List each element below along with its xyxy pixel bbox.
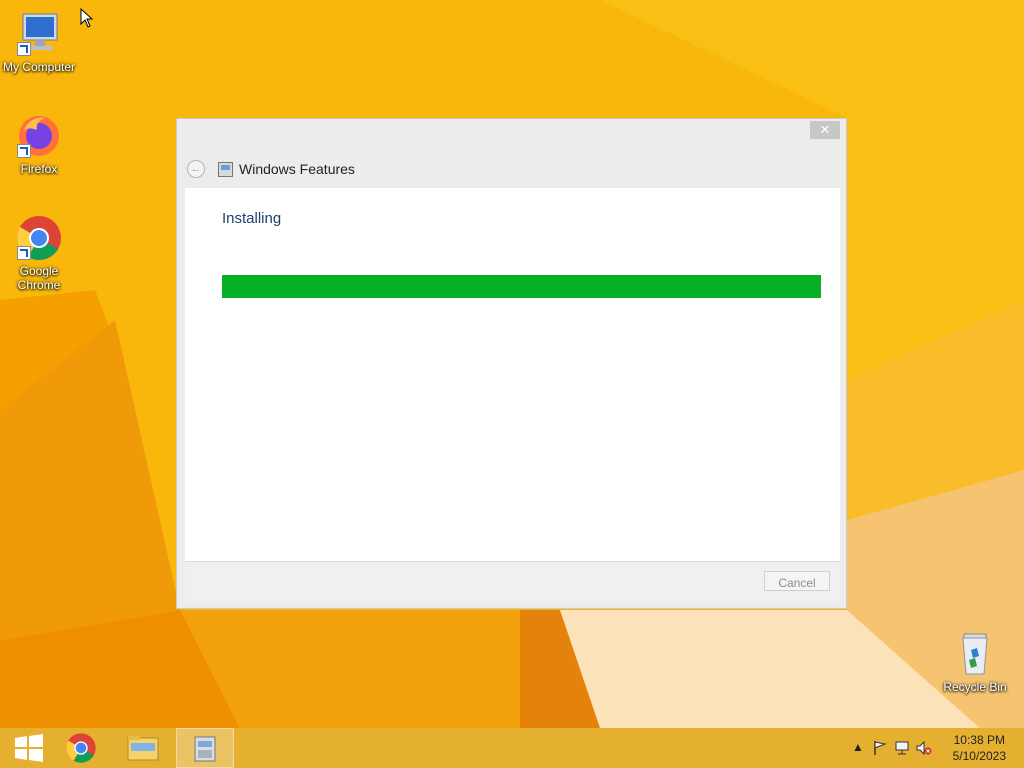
dialog-content: Installing xyxy=(185,188,840,561)
shortcut-arrow-icon xyxy=(17,42,31,56)
taskbar-file-explorer[interactable] xyxy=(114,728,172,768)
mouse-cursor xyxy=(80,8,94,28)
computer-icon xyxy=(15,10,63,58)
windows-features-icon xyxy=(218,161,233,177)
folder-icon xyxy=(127,736,159,761)
windows-logo-icon xyxy=(15,734,43,762)
windows-features-dialog: ✕ ← Windows Features Installing Cancel xyxy=(176,118,847,609)
desktop-icon-google-chrome[interactable]: Google Chrome xyxy=(0,214,79,292)
desktop-icon-label: Recycle Bin xyxy=(943,680,1007,694)
desktop-icon-label: Google Chrome xyxy=(17,264,61,292)
start-button[interactable] xyxy=(0,728,58,768)
cancel-button[interactable]: Cancel xyxy=(764,571,830,591)
close-button[interactable]: ✕ xyxy=(810,121,840,139)
chrome-icon xyxy=(15,214,63,262)
recycle-bin-icon xyxy=(951,630,999,678)
dialog-footer: Cancel xyxy=(185,561,840,602)
chrome-icon xyxy=(66,733,96,763)
taskbar-chrome[interactable] xyxy=(52,728,110,768)
desktop-icon-firefox[interactable]: Firefox xyxy=(0,112,79,176)
desktop-icon-recycle-bin[interactable]: Recycle Bin xyxy=(935,630,1015,694)
desktop-icon-label: Firefox xyxy=(20,162,58,176)
progress-bar xyxy=(222,275,821,298)
clock-date: 5/10/2023 xyxy=(952,749,1006,763)
taskbar-clock[interactable]: 10:38 PM 5/10/2023 xyxy=(953,732,1006,764)
shortcut-arrow-icon xyxy=(17,246,31,260)
system-tray: ▲ 10:38 PM 5/10/2023 xyxy=(844,728,1024,768)
shortcut-arrow-icon xyxy=(17,144,31,158)
show-hidden-icons-chevron-icon[interactable]: ▲ xyxy=(852,740,864,754)
network-icon[interactable] xyxy=(894,740,910,756)
firefox-icon xyxy=(15,112,63,160)
volume-muted-icon[interactable] xyxy=(916,740,932,756)
taskbar-windows-features[interactable] xyxy=(176,728,234,768)
back-arrow-icon[interactable]: ← xyxy=(187,160,205,178)
desktop-icon-my-computer[interactable]: My Computer xyxy=(0,10,79,74)
clock-time: 10:38 PM xyxy=(953,733,1005,747)
action-center-flag-icon[interactable] xyxy=(872,740,888,756)
installer-icon xyxy=(194,736,216,762)
desktop-icon-label: My Computer xyxy=(2,60,76,74)
dialog-title: Windows Features xyxy=(239,161,355,177)
taskbar: ▲ 10:38 PM 5/10/2023 xyxy=(0,728,1024,768)
status-text: Installing xyxy=(222,210,282,227)
progress-bar-fill xyxy=(222,275,821,298)
dialog-header: ← Windows Features xyxy=(187,157,355,181)
